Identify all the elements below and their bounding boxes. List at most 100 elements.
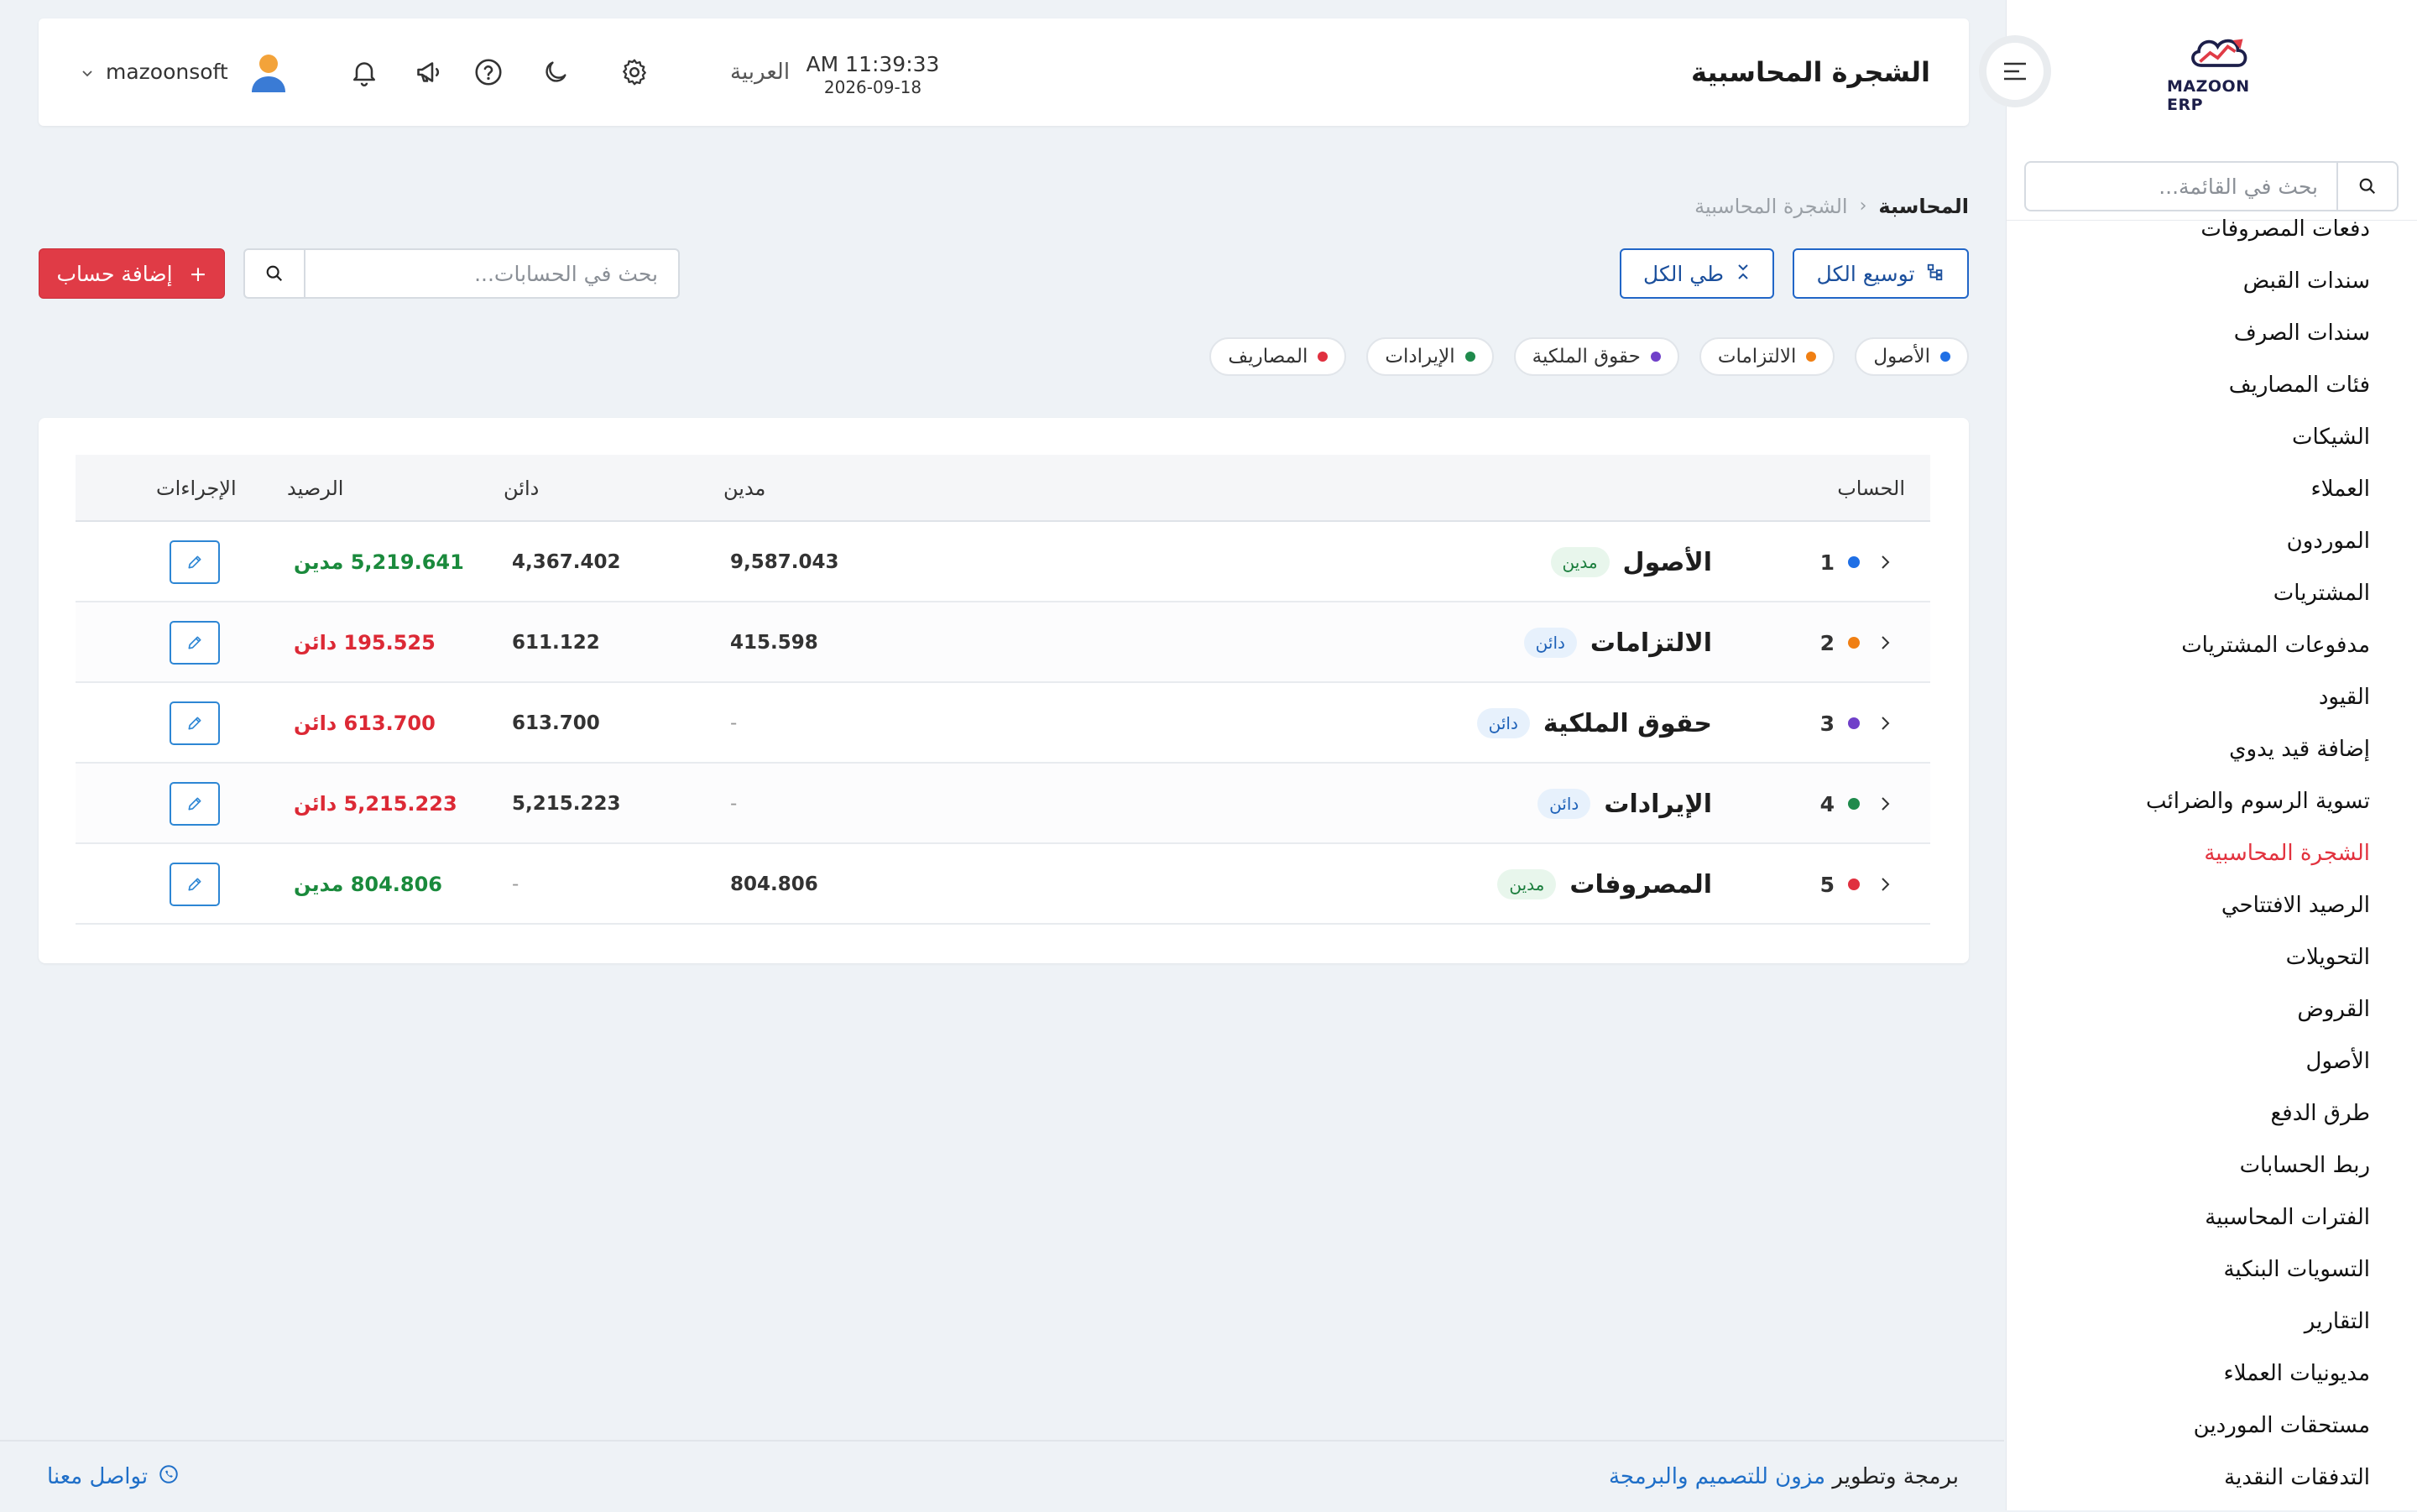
legend-label: الالتزامات bbox=[1717, 346, 1797, 368]
sidebar-item-fees-taxes[interactable]: تسوية الرسوم والضرائب bbox=[2007, 775, 2417, 827]
legend-dot bbox=[1940, 352, 1950, 362]
chevron-expand-icon[interactable] bbox=[1877, 683, 1893, 764]
breadcrumb-current: الشجرة المحاسبية bbox=[1694, 195, 1848, 218]
table-row[interactable]: 2 الالتزامات دائن 415.598 611.122 195.52… bbox=[76, 602, 1930, 683]
chevron-down-icon[interactable] bbox=[81, 67, 94, 81]
account-number: 3 bbox=[1819, 711, 1835, 736]
add-account-button[interactable]: + إضافة حساب bbox=[39, 248, 225, 299]
language-switch[interactable]: العربية bbox=[730, 18, 790, 126]
sidebar-item-bank-reconciliation[interactable]: التسويات البنكية bbox=[2007, 1243, 2417, 1296]
credit-value: 4,367.402 bbox=[512, 551, 621, 573]
header-balance: الرصيد bbox=[287, 477, 344, 500]
account-name: المصروفات bbox=[1569, 869, 1712, 899]
edit-pencil-icon[interactable] bbox=[170, 540, 220, 584]
collapse-all-button[interactable]: طي الكل bbox=[1620, 248, 1774, 299]
account-name-cell: الإيرادات دائن bbox=[1537, 764, 1712, 844]
chevron-expand-icon[interactable] bbox=[1877, 764, 1893, 844]
chevron-expand-icon[interactable] bbox=[1877, 844, 1893, 925]
whatsapp-icon bbox=[158, 1463, 180, 1491]
table-row[interactable]: 5 المصروفات مدين 804.806 - 804.806 مدين bbox=[76, 844, 1930, 925]
sidebar-item-assets[interactable]: الأصول bbox=[2007, 1035, 2417, 1087]
edit-pencil-icon[interactable] bbox=[170, 782, 220, 826]
sidebar-item-customers[interactable]: العملاء bbox=[2007, 463, 2417, 515]
legend-equity: حقوق الملكية bbox=[1513, 337, 1679, 376]
notification-bell-icon[interactable] bbox=[347, 55, 381, 89]
edit-pencil-icon[interactable] bbox=[170, 621, 220, 665]
breadcrumb-separator: ‹ bbox=[1859, 196, 1867, 216]
legend-assets: الأصول bbox=[1855, 337, 1969, 376]
logo-icon bbox=[2191, 39, 2247, 67]
account-name: الإيرادات bbox=[1604, 789, 1712, 819]
sidebar-item-expense-payments[interactable]: دفعات المصروفات bbox=[2007, 203, 2417, 255]
row-color-dot bbox=[1848, 764, 1860, 844]
chevron-expand-icon[interactable] bbox=[1877, 522, 1893, 602]
legend-liabilities: الالتزامات bbox=[1699, 337, 1835, 376]
accounts-search-input[interactable] bbox=[305, 250, 678, 297]
sidebar-item-purchase-payments[interactable]: مدفوعات المشتريات bbox=[2007, 619, 2417, 671]
balance-value: 613.700 دائن bbox=[294, 712, 436, 735]
sidebar-toggle-button[interactable] bbox=[1979, 35, 2051, 107]
edit-pencil-icon[interactable] bbox=[170, 863, 220, 906]
clock-date: 2026-09-18 bbox=[823, 77, 922, 97]
sidebar-item-journal-entries[interactable]: القيود bbox=[2007, 671, 2417, 723]
nature-badge: دائن bbox=[1537, 789, 1591, 819]
accounts-table: الحساب مدين دائن الرصيد الإجراءات 1 الأص… bbox=[76, 455, 1930, 925]
expand-all-button[interactable]: توسيع الكل bbox=[1793, 248, 1969, 299]
sidebar-item-account-linking[interactable]: ربط الحسابات bbox=[2007, 1139, 2417, 1191]
legend-dot bbox=[1464, 352, 1475, 362]
sidebar-item-accounting-periods[interactable]: الفترات المحاسبية bbox=[2007, 1191, 2417, 1243]
nature-badge: دائن bbox=[1476, 708, 1530, 738]
megaphone-icon[interactable] bbox=[413, 55, 446, 89]
gear-icon[interactable] bbox=[618, 55, 651, 89]
sidebar-item-suppliers[interactable]: الموردون bbox=[2007, 515, 2417, 567]
accounts-search bbox=[243, 248, 680, 299]
edit-pencil-icon[interactable] bbox=[170, 701, 220, 745]
table-row[interactable]: 1 الأصول مدين 9,587.043 4,367.402 5,219.… bbox=[76, 522, 1930, 602]
sidebar-item-supplier-dues[interactable]: مستحقات الموردين bbox=[2007, 1400, 2417, 1452]
debit-value: - bbox=[730, 793, 738, 815]
credit-prefix: برمجة وتطوير bbox=[1832, 1464, 1959, 1489]
brand-logo[interactable]: MAZOON ERP bbox=[2167, 30, 2271, 114]
nature-badge: مدين bbox=[1497, 869, 1557, 899]
account-name: الأصول bbox=[1622, 547, 1712, 577]
footer: برمجة وتطوير مزون للتصميم والبرمجة تواصل… bbox=[0, 1440, 2004, 1510]
breadcrumb-root[interactable]: المحاسبة bbox=[1878, 190, 1969, 223]
account-number: 1 bbox=[1819, 550, 1835, 575]
sidebar-item-customer-debts[interactable]: مديونيات العملاء bbox=[2007, 1348, 2417, 1400]
legend-label: الإيرادات bbox=[1385, 346, 1455, 368]
sidebar-item-payment-vouchers[interactable]: سندات الصرف bbox=[2007, 307, 2417, 359]
credit-value: 613.700 bbox=[512, 712, 600, 734]
help-icon[interactable] bbox=[472, 55, 505, 89]
sidebar-item-payment-methods[interactable]: طرق الدفع bbox=[2007, 1087, 2417, 1139]
actions-cell bbox=[170, 602, 220, 683]
collapse-all-label: طي الكل bbox=[1643, 261, 1724, 286]
table-row[interactable]: 4 الإيرادات دائن - 5,215.223 5,215.223 د… bbox=[76, 764, 1930, 844]
sidebar-item-expense-categories[interactable]: فئات المصاريف bbox=[2007, 359, 2417, 411]
sidebar-item-receipt-vouchers[interactable]: سندات القبض bbox=[2007, 255, 2417, 307]
username[interactable]: mazoonsoft bbox=[106, 18, 228, 126]
search-icon[interactable] bbox=[245, 250, 305, 297]
dark-mode-moon-icon[interactable] bbox=[539, 55, 572, 89]
sidebar-item-manual-entry[interactable]: إضافة قيد يدوي bbox=[2007, 723, 2417, 775]
sidebar-item-transfers[interactable]: التحويلات bbox=[2007, 931, 2417, 983]
account-name: الالتزامات bbox=[1590, 628, 1712, 658]
sidebar-item-cash-flows[interactable]: التدفقات النقدية bbox=[2007, 1452, 2417, 1504]
sidebar-item-opening-balance[interactable]: الرصيد الافتتاحي bbox=[2007, 879, 2417, 931]
credit-link[interactable]: مزون للتصميم والبرمجة bbox=[1609, 1464, 1825, 1489]
chevron-expand-icon[interactable] bbox=[1877, 602, 1893, 683]
contact-us-link[interactable]: تواصل معنا bbox=[47, 1442, 180, 1512]
user-avatar[interactable] bbox=[247, 50, 290, 94]
sidebar-item-loans[interactable]: القروض bbox=[2007, 983, 2417, 1035]
sidebar-item-reports[interactable]: التقارير bbox=[2007, 1296, 2417, 1348]
accounts-tree-card: الحساب مدين دائن الرصيد الإجراءات 1 الأص… bbox=[39, 418, 1969, 963]
clock-time: AM 11:39:33 bbox=[806, 52, 940, 76]
menu-lines-icon bbox=[1986, 43, 2044, 100]
credit-value: - bbox=[512, 873, 519, 895]
sidebar-item-purchases[interactable]: المشتريات bbox=[2007, 567, 2417, 619]
sidebar-item-cheques[interactable]: الشيكات bbox=[2007, 411, 2417, 463]
contact-label: تواصل معنا bbox=[47, 1464, 149, 1489]
actions-cell bbox=[170, 764, 220, 844]
table-row[interactable]: 3 حقوق الملكية دائن - 613.700 613.700 دا… bbox=[76, 683, 1930, 764]
page-title: الشجرة المحاسبية bbox=[1690, 56, 1930, 88]
sidebar-item-chart-of-accounts[interactable]: الشجرة المحاسبية bbox=[2007, 827, 2417, 879]
